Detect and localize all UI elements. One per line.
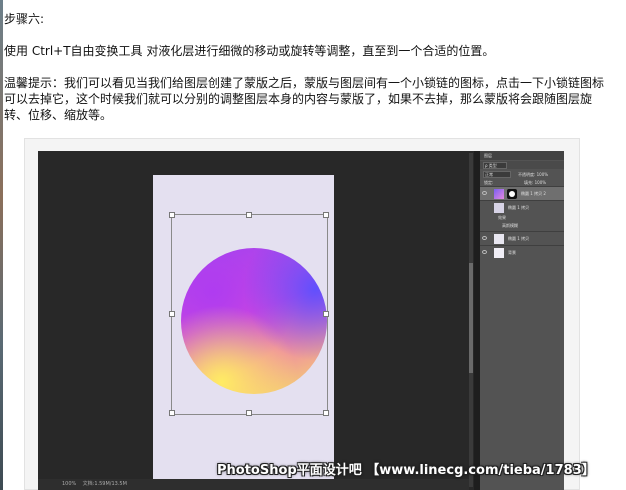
layer-name: 椭圆 1 拷贝 <box>508 205 530 210</box>
browser-left-edge <box>0 0 3 490</box>
tab-layers[interactable]: 图层 <box>484 153 492 159</box>
transform-handle-tc[interactable] <box>246 212 252 218</box>
scrollbar-thumb[interactable] <box>469 263 473 373</box>
free-transform-box[interactable] <box>169 212 329 416</box>
filter-effect-label: 高斯模糊 <box>502 223 518 228</box>
watermark: PhotoShop平面设计吧 【www.linecg.com/tieba/178… <box>217 463 595 478</box>
layer-name: 椭圆 1 拷贝 <box>508 236 530 241</box>
transform-handle-br[interactable] <box>323 410 329 416</box>
visibility-eye-icon[interactable] <box>482 191 487 195</box>
layers-panel: 图层 ρ 类型 正常 不透明度: 100% 锁定: 填充: 100% 椭圆 1 … <box>480 151 564 490</box>
layer-thumbnail <box>494 234 504 244</box>
smart-filter-label: 效果 <box>498 215 506 220</box>
layer-row[interactable]: 椭圆 1 拷贝 <box>480 231 564 245</box>
layer-row[interactable]: 椭圆 1 拷贝 2 <box>480 186 564 200</box>
layer-row[interactable]: 椭圆 1 拷贝 <box>480 200 564 214</box>
layers-tab-bar: 图层 <box>480 151 564 160</box>
transform-handle-tr[interactable] <box>323 212 329 218</box>
layer-filter-label: ρ 类型 <box>485 163 497 168</box>
visibility-eye-icon[interactable] <box>482 236 487 240</box>
doc-size: 文档:1.59M/13.5M <box>82 481 127 487</box>
layer-name: 背景 <box>508 250 516 255</box>
photoshop-window: 100% 文档:1.59M/13.5M 图层 ρ 类型 正常 不透明度: 100… <box>38 151 564 490</box>
visibility-eye-icon[interactable] <box>482 250 487 254</box>
transform-handle-mr[interactable] <box>323 311 329 317</box>
tip-line-2: 可以去掉它，这个时候我们就可以分别的调整图层本身的内容与蒙版了，如果不去掉，那么… <box>4 92 593 106</box>
transform-handle-tl[interactable] <box>169 212 175 218</box>
tip-line-3: 转、位移、缩放等。 <box>4 108 113 122</box>
lock-row: 锁定: 填充: 100% <box>480 178 564 186</box>
filter-effect-row[interactable]: 高斯模糊 <box>480 222 564 230</box>
transform-handle-bc[interactable] <box>246 410 252 416</box>
tip-line-1: 温馨提示：我们可以看见当我们给图层创建了蒙版之后，蒙版与图层间有一个小锁链的图标… <box>4 76 605 90</box>
layer-thumbnail <box>494 203 504 213</box>
layer-row[interactable]: 背景 <box>480 245 564 259</box>
status-bar: 100% 文档:1.59M/13.5M <box>38 479 469 490</box>
transform-handle-ml[interactable] <box>169 311 175 317</box>
layer-name: 椭圆 1 拷贝 2 <box>521 191 546 196</box>
mask-thumbnail[interactable] <box>507 189 517 199</box>
step-instruction: 使用 Ctrl+T自由变换工具 对液化层进行细微的移动或旋转等调整，直至到一个合… <box>4 44 495 58</box>
zoom-level[interactable]: 100% <box>62 481 76 487</box>
blend-row: 正常 不透明度: 100% <box>480 170 564 178</box>
layer-thumbnail <box>494 189 504 199</box>
transform-handle-bl[interactable] <box>169 410 175 416</box>
vertical-scrollbar[interactable] <box>469 153 473 487</box>
step-title: 步骤六: <box>4 12 45 26</box>
layer-filter-row: ρ 类型 <box>480 161 564 169</box>
smart-filter-row[interactable]: 效果 <box>480 214 564 222</box>
layer-thumbnail <box>494 248 504 258</box>
